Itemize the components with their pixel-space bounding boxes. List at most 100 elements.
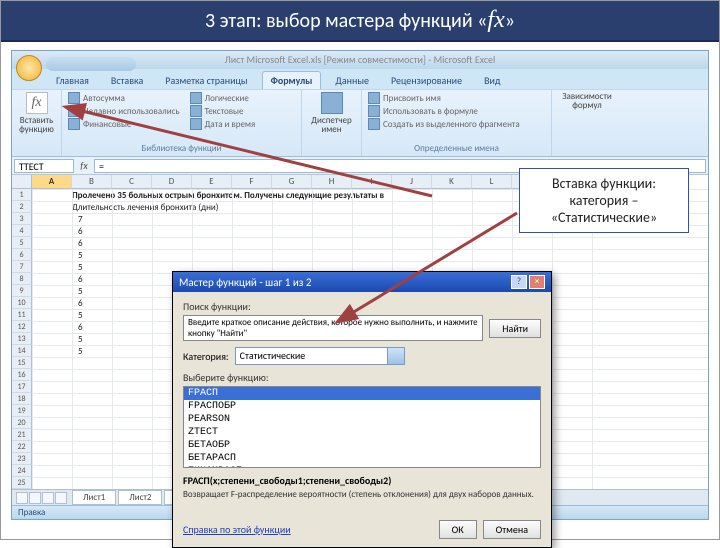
ok-button[interactable]: ОК <box>439 520 477 539</box>
financial-button[interactable]: Финансовые <box>68 118 180 130</box>
row-header[interactable]: 4 <box>12 225 32 237</box>
row-headers: 1234567891011121314151617181920212223242… <box>12 189 32 501</box>
col-header[interactable]: G <box>272 175 312 189</box>
autosum-button[interactable]: Автосумма <box>68 92 180 104</box>
row-header[interactable]: 18 <box>12 393 32 405</box>
fx-icon: fx <box>26 92 48 114</box>
select-all-corner[interactable] <box>12 175 32 189</box>
dependencies-button[interactable]: Зависимости формул <box>558 92 616 110</box>
col-header[interactable]: J <box>392 175 432 189</box>
financial-icon <box>68 118 80 130</box>
function-list-item[interactable]: FРАСПОБР <box>184 400 540 413</box>
function-list-item[interactable]: БИНОМРАСП <box>184 465 540 468</box>
row-header[interactable]: 22 <box>12 441 32 453</box>
row-header[interactable]: 13 <box>12 333 32 345</box>
assign-name-button[interactable]: Присвоить имя <box>368 92 545 104</box>
tab-data[interactable]: Данные <box>327 72 377 89</box>
tab-review[interactable]: Рецензирование <box>383 72 470 89</box>
cell-value: 6 <box>78 226 83 237</box>
use-in-formula-button[interactable]: Использовать в формуле <box>368 105 545 117</box>
row-header[interactable]: 1 <box>12 189 32 201</box>
sheet-nav-first[interactable] <box>16 492 28 504</box>
sigma-icon <box>68 92 80 104</box>
recent-button[interactable]: Недавно использовались <box>68 105 180 117</box>
sheet-tab-1[interactable]: Лист1 <box>72 490 116 505</box>
cell-value: 6 <box>78 238 83 249</box>
cell-value: Пролечено 35 больных острым бронхитом. П… <box>72 190 384 201</box>
row-header[interactable]: 17 <box>12 381 32 393</box>
row-header[interactable]: 15 <box>12 357 32 369</box>
row-header[interactable]: 21 <box>12 429 32 441</box>
create-from-button[interactable]: Создать из выделенного фрагмента <box>368 118 545 130</box>
dialog-titlebar[interactable]: Мастер функций - шаг 1 из 2 ? × <box>173 272 551 292</box>
function-list-item[interactable]: FРАСП <box>184 387 540 400</box>
row-header[interactable]: 25 <box>12 477 32 489</box>
text-button[interactable]: Текстовые <box>190 105 256 117</box>
quick-access-toolbar[interactable] <box>46 57 136 71</box>
cell-value: 5 <box>78 334 83 345</box>
fx-text: fx <box>487 7 504 33</box>
row-header[interactable]: 12 <box>12 321 32 333</box>
name-manager-button[interactable]: Диспетчер имен <box>308 92 355 134</box>
row-header[interactable]: 24 <box>12 465 32 477</box>
col-header[interactable]: C <box>112 175 152 189</box>
insert-function-button[interactable]: fx Вставить функцию <box>18 92 55 134</box>
category-select[interactable]: Статистические <box>235 347 405 365</box>
category-label: Категория: <box>183 350 229 363</box>
row-header[interactable]: 8 <box>12 273 32 285</box>
function-listbox[interactable]: FРАСПFРАСПОБРPEARSONZТЕСТБЕТАОБРБЕТАРАСП… <box>183 386 541 468</box>
help-link[interactable]: Справка по этой функции <box>183 523 291 536</box>
datetime-button[interactable]: Дата и время <box>190 118 256 130</box>
logical-icon <box>190 92 202 104</box>
sheet-nav-last[interactable] <box>55 492 67 504</box>
tab-formulas[interactable]: Формулы <box>262 71 322 89</box>
row-header[interactable]: 20 <box>12 417 32 429</box>
col-header[interactable]: F <box>232 175 272 189</box>
name-box[interactable]: ТТЕСТ <box>14 159 74 173</box>
dialog-close-button[interactable]: × <box>529 275 545 289</box>
tab-insert[interactable]: Вставка <box>103 72 151 89</box>
sheet-tab-2[interactable]: Лист2 <box>118 490 162 505</box>
function-list-item[interactable]: БЕТАОБР <box>184 439 540 452</box>
row-header[interactable]: 2 <box>12 201 32 213</box>
col-header[interactable]: E <box>192 175 232 189</box>
row-header[interactable]: 3 <box>12 213 32 225</box>
col-header[interactable]: I <box>352 175 392 189</box>
function-list-item[interactable]: БЕТАРАСП <box>184 452 540 465</box>
clock-icon <box>190 118 202 130</box>
col-header[interactable]: A <box>32 175 72 189</box>
search-input[interactable]: Введите краткое описание действия, котор… <box>183 315 483 341</box>
fx-button[interactable]: fx <box>76 159 92 172</box>
col-header[interactable]: B <box>72 175 112 189</box>
callout-line1: Вставка функции: <box>528 175 680 192</box>
col-header[interactable]: K <box>432 175 472 189</box>
tab-layout[interactable]: Разметка страницы <box>157 72 255 89</box>
find-button[interactable]: Найти <box>489 319 541 338</box>
office-button[interactable] <box>16 55 42 81</box>
function-list-item[interactable]: PEARSON <box>184 413 540 426</box>
logical-button[interactable]: Логические <box>190 92 256 104</box>
row-header[interactable]: 16 <box>12 369 32 381</box>
row-header[interactable]: 14 <box>12 345 32 357</box>
column-headers: ABCDEFGHIJKLMN <box>12 175 592 189</box>
col-header[interactable]: L <box>472 175 512 189</box>
tab-home[interactable]: Главная <box>48 72 97 89</box>
row-header[interactable]: 9 <box>12 285 32 297</box>
row-header[interactable]: 23 <box>12 453 32 465</box>
sheet-nav-prev[interactable] <box>29 492 41 504</box>
row-header[interactable]: 11 <box>12 309 32 321</box>
callout-line2: категория – <box>528 192 680 209</box>
col-header[interactable]: D <box>152 175 192 189</box>
tab-view[interactable]: Вид <box>476 72 508 89</box>
sheet-nav-next[interactable] <box>42 492 54 504</box>
row-header[interactable]: 10 <box>12 297 32 309</box>
function-list-item[interactable]: ZТЕСТ <box>184 426 540 439</box>
col-header[interactable]: H <box>312 175 352 189</box>
row-header[interactable]: 6 <box>12 249 32 261</box>
row-header[interactable]: 7 <box>12 261 32 273</box>
cell-value: 6 <box>78 274 83 285</box>
row-header[interactable]: 19 <box>12 405 32 417</box>
row-header[interactable]: 5 <box>12 237 32 249</box>
cancel-button[interactable]: Отмена <box>483 520 541 539</box>
dialog-help-button[interactable]: ? <box>511 275 527 289</box>
